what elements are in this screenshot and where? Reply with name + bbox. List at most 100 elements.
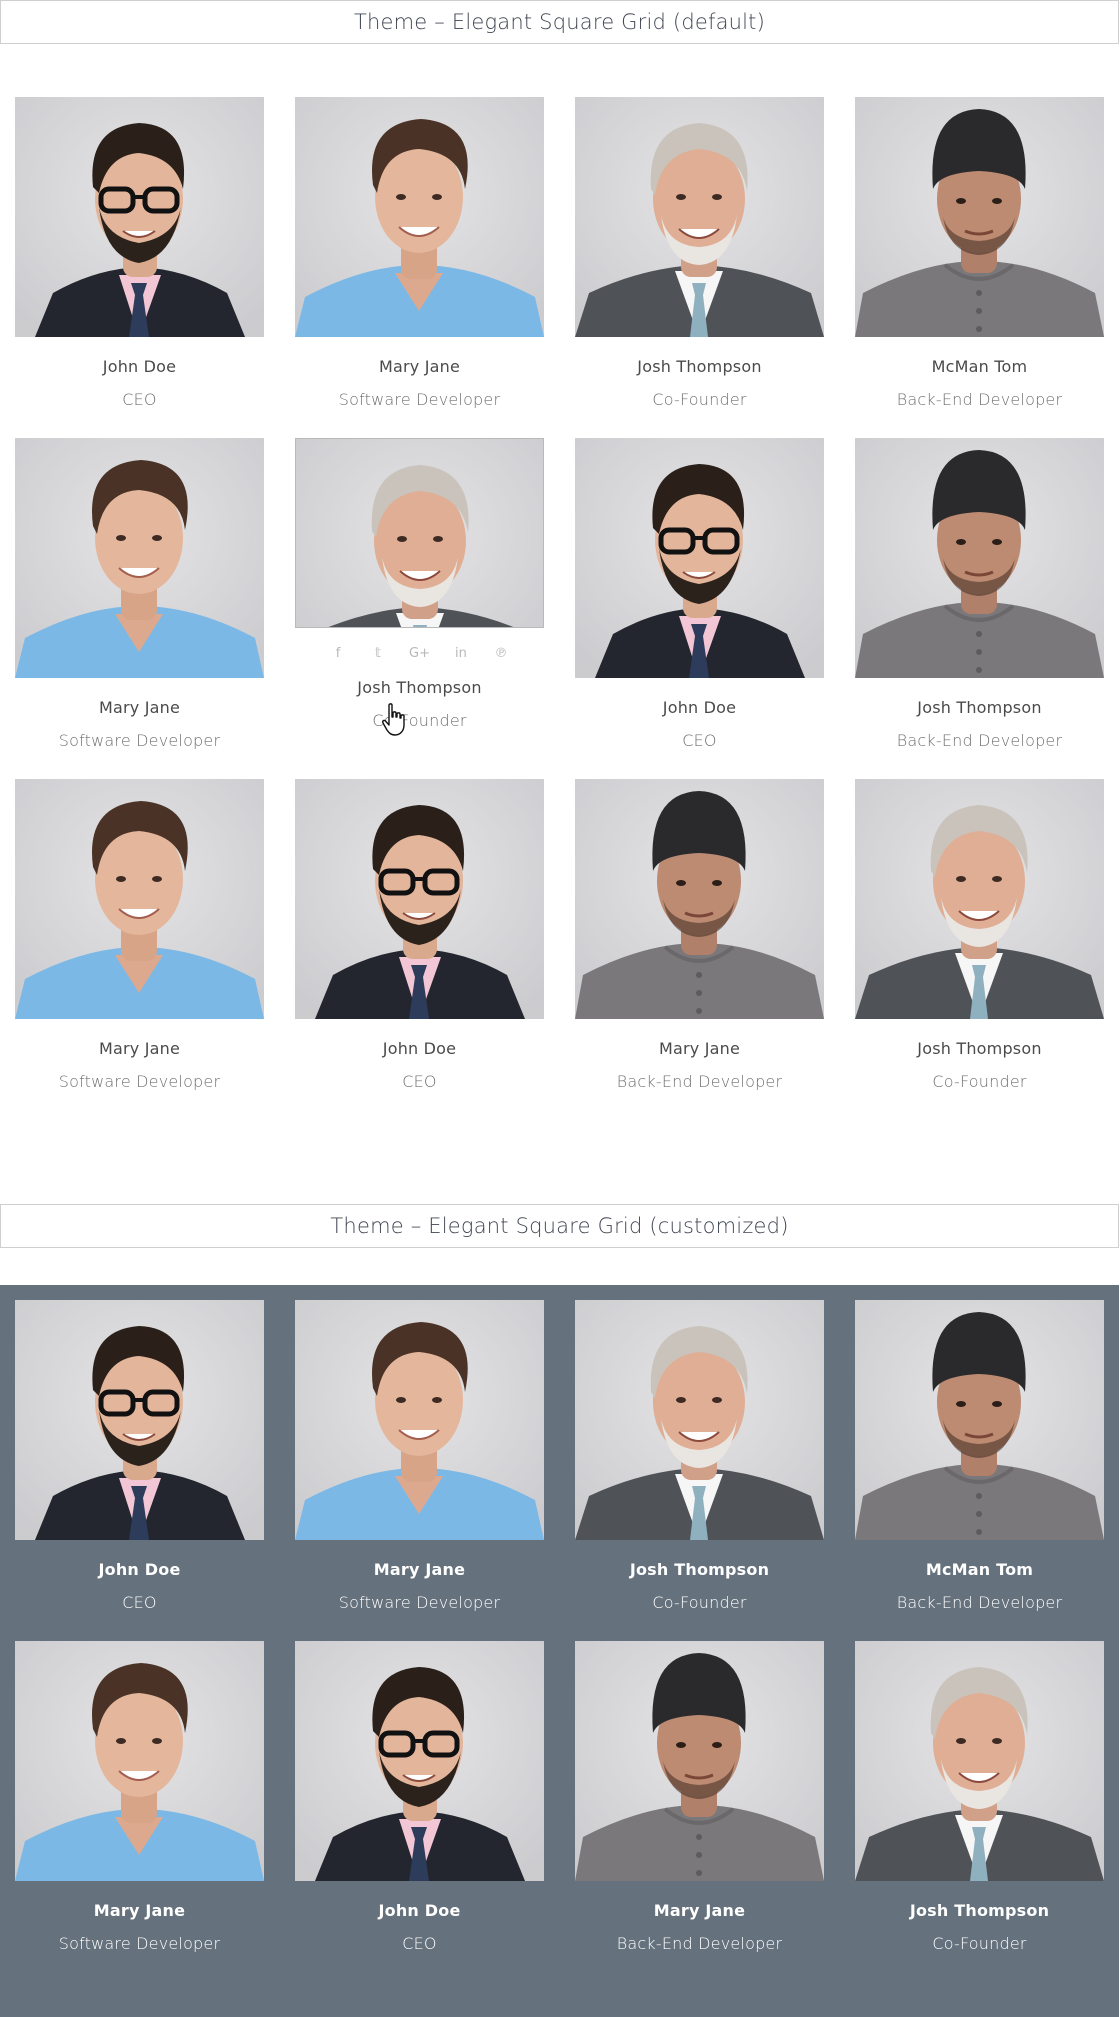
team-member-name: Josh Thompson	[637, 357, 762, 376]
grey-haired-man-suit-photo	[855, 1641, 1104, 1881]
team-member-photo[interactable]	[575, 779, 824, 1019]
team-member-role: Co-Founder	[372, 711, 467, 730]
team-member-card[interactable]: John Doe CEO	[295, 1641, 544, 1953]
linkedin-icon[interactable]: in	[452, 646, 470, 661]
team-member-card[interactable]: Mary Jane Software Developer	[15, 438, 264, 750]
team-member-card[interactable]: Josh Thompson Back-End Developer	[855, 438, 1104, 750]
team-member-name: Josh Thompson	[909, 1901, 1050, 1920]
team-member-card[interactable]: McMan Tom Back-End Developer	[855, 97, 1104, 409]
team-member-role: Software Developer	[58, 731, 221, 750]
team-member-role: CEO	[402, 1072, 437, 1091]
team-member-name: McMan Tom	[925, 1560, 1034, 1579]
team-member-photo[interactable]	[295, 1641, 544, 1881]
hand-cursor-icon	[382, 703, 405, 736]
team-member-role: Software Developer	[58, 1072, 221, 1091]
team-member-photo[interactable]	[855, 97, 1104, 337]
team-member-name: Mary Jane	[373, 1560, 466, 1579]
young-man-blue-shirt-photo	[15, 438, 264, 678]
team-member-photo[interactable]	[855, 438, 1104, 678]
team-member-role: CEO	[122, 390, 157, 409]
team-member-photo[interactable]	[855, 1300, 1104, 1540]
team-member-card[interactable]: Mary Jane Software Developer	[15, 779, 264, 1091]
team-member-name: Mary Jane	[658, 1039, 741, 1058]
facebook-icon[interactable]: f	[329, 646, 347, 661]
team-member-photo[interactable]	[295, 438, 544, 628]
team-member-role: Co-Founder	[652, 1593, 747, 1612]
team-member-role: Back-End Developer	[616, 1934, 783, 1953]
team-member-name: John Doe	[382, 1039, 457, 1058]
team-member-card[interactable]: Mary Jane Software Developer	[15, 1641, 264, 1953]
man-beanie-photo	[575, 1641, 824, 1881]
team-member-card[interactable]: Mary Jane Software Developer	[295, 97, 544, 409]
team-member-role: Co-Founder	[932, 1934, 1027, 1953]
twitter-icon[interactable]: 𝕥	[369, 646, 387, 661]
team-member-card[interactable]: McMan Tom Back-End Developer	[855, 1300, 1104, 1612]
grey-haired-man-suit-photo	[575, 1300, 824, 1540]
team-member-name: John Doe	[662, 698, 737, 717]
young-man-blue-shirt-photo	[15, 779, 264, 1019]
team-member-card[interactable]: Josh Thompson Co-Founder	[855, 1641, 1104, 1953]
man-glasses-beard-photo	[295, 779, 544, 1019]
team-member-card[interactable]: Josh Thompson Co-Founder	[575, 1300, 824, 1612]
man-beanie-photo	[855, 438, 1104, 678]
young-man-blue-shirt-photo	[295, 97, 544, 337]
team-member-card[interactable]: Mary Jane Back-End Developer	[575, 779, 824, 1091]
team-member-role: Back-End Developer	[896, 1593, 1063, 1612]
team-member-photo[interactable]	[295, 779, 544, 1019]
man-beanie-photo	[575, 779, 824, 1019]
team-member-name: Mary Jane	[98, 698, 181, 717]
team-member-name: Mary Jane	[378, 357, 461, 376]
team-member-role: Co-Founder	[652, 390, 747, 409]
team-member-photo[interactable]	[295, 1300, 544, 1540]
team-member-photo[interactable]	[15, 1300, 264, 1540]
team-member-card[interactable]: Mary Jane Back-End Developer	[575, 1641, 824, 1953]
team-member-role: Software Developer	[58, 1934, 221, 1953]
google-plus-icon[interactable]: G+	[409, 646, 430, 661]
team-member-photo[interactable]	[575, 438, 824, 678]
team-member-photo[interactable]	[15, 1641, 264, 1881]
team-member-photo[interactable]	[575, 97, 824, 337]
team-member-role: Co-Founder	[932, 1072, 1027, 1091]
man-beanie-photo	[855, 97, 1104, 337]
team-member-name: Josh Thompson	[917, 1039, 1042, 1058]
team-member-name: Mary Jane	[653, 1901, 746, 1920]
team-member-photo[interactable]	[855, 779, 1104, 1019]
grey-haired-man-suit-photo	[296, 439, 543, 627]
team-member-card[interactable]: John Doe CEO	[295, 779, 544, 1091]
team-member-photo[interactable]	[575, 1300, 824, 1540]
man-glasses-beard-photo	[575, 438, 824, 678]
social-links-row: f 𝕥 G+ in ℗	[295, 628, 544, 678]
team-member-photo[interactable]	[575, 1641, 824, 1881]
team-member-card[interactable]: John Doe CEO	[15, 97, 264, 409]
team-member-card[interactable]: Mary Jane Software Developer	[295, 1300, 544, 1612]
man-glasses-beard-photo	[295, 1641, 544, 1881]
grey-haired-man-suit-photo	[855, 779, 1104, 1019]
grey-haired-man-suit-photo	[575, 97, 824, 337]
young-man-blue-shirt-photo	[15, 1641, 264, 1881]
pinterest-icon[interactable]: ℗	[492, 646, 510, 661]
team-member-card[interactable]: Josh Thompson Co-Founder	[575, 97, 824, 409]
team-member-name: John Doe	[102, 357, 177, 376]
man-beanie-photo	[855, 1300, 1104, 1540]
team-member-photo[interactable]	[855, 1641, 1104, 1881]
team-member-name: Josh Thompson	[357, 678, 482, 697]
team-member-name: John Doe	[378, 1901, 461, 1920]
team-member-card[interactable]: f 𝕥 G+ in ℗ Josh Thompson Co-Founder	[295, 438, 544, 730]
man-glasses-beard-photo	[15, 97, 264, 337]
team-member-card[interactable]: John Doe CEO	[575, 438, 824, 750]
man-glasses-beard-photo	[15, 1300, 264, 1540]
team-member-photo[interactable]	[295, 97, 544, 337]
team-member-role: CEO	[682, 731, 717, 750]
team-member-photo[interactable]	[15, 779, 264, 1019]
team-member-card[interactable]: John Doe CEO	[15, 1300, 264, 1612]
section-title-default: Theme – Elegant Square Grid (default)	[0, 0, 1119, 44]
team-member-role: Back-End Developer	[896, 390, 1063, 409]
team-member-role: CEO	[402, 1934, 437, 1953]
team-member-role: Software Developer	[338, 390, 501, 409]
team-member-photo[interactable]	[15, 97, 264, 337]
team-member-card[interactable]: Josh Thompson Co-Founder	[855, 779, 1104, 1091]
team-member-name: Josh Thompson	[629, 1560, 770, 1579]
team-member-name: Josh Thompson	[917, 698, 1042, 717]
team-member-name: John Doe	[98, 1560, 181, 1579]
team-member-photo[interactable]	[15, 438, 264, 678]
